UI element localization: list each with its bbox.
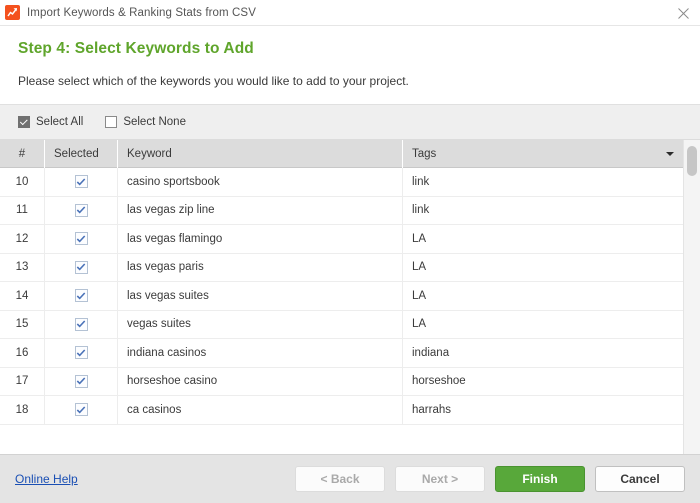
row-checkbox[interactable] bbox=[74, 403, 88, 417]
window-title: Import Keywords & Ranking Stats from CSV bbox=[27, 6, 256, 19]
chevron-down-icon[interactable] bbox=[666, 151, 674, 156]
table-body: 10 casino sportsbook link 11 las vegas zip l… bbox=[0, 168, 683, 454]
title-bar: Import Keywords & Ranking Stats from CSV bbox=[0, 0, 700, 26]
row-tag: indiana bbox=[412, 346, 450, 359]
row-tag: harrahs bbox=[412, 403, 451, 416]
page-title: Step 4: Select Keywords to Add bbox=[18, 40, 254, 57]
row-tag: LA bbox=[412, 289, 427, 302]
row-checkbox[interactable] bbox=[74, 346, 88, 360]
page-description: Please select which of the keywords you … bbox=[18, 74, 409, 88]
table-row[interactable]: 12 las vegas flamingo LA bbox=[0, 225, 683, 254]
online-help-link[interactable]: Online Help bbox=[15, 472, 78, 486]
selection-toolbar: Select All Select None bbox=[0, 105, 700, 140]
row-select-cell[interactable] bbox=[45, 196, 118, 224]
row-number: 15 bbox=[0, 310, 45, 338]
dialog-footer: Online Help < Back Next > Finish Cancel bbox=[0, 454, 700, 503]
row-keyword: las vegas flamingo bbox=[118, 225, 403, 253]
column-header-tags-label: Tags bbox=[412, 147, 437, 160]
table-row[interactable]: 11 las vegas zip line link bbox=[0, 196, 683, 225]
row-select-cell[interactable] bbox=[45, 225, 118, 253]
table-row[interactable]: 14 las vegas suites LA bbox=[0, 282, 683, 311]
column-header-keyword[interactable]: Keyword bbox=[118, 140, 403, 168]
row-select-cell[interactable] bbox=[45, 396, 118, 424]
table-row[interactable]: 13 las vegas paris LA bbox=[0, 253, 683, 282]
cancel-button[interactable]: Cancel bbox=[595, 466, 685, 492]
vertical-scrollbar[interactable] bbox=[683, 140, 700, 454]
row-tag: horseshoe bbox=[412, 375, 466, 388]
finish-button[interactable]: Finish bbox=[495, 466, 585, 492]
select-all-checkbox[interactable]: Select All bbox=[18, 116, 83, 128]
table-row[interactable]: 18 ca casinos harrahs bbox=[0, 396, 683, 425]
row-keyword: horseshoe casino bbox=[118, 367, 403, 395]
row-tag: link bbox=[412, 175, 430, 188]
row-keyword: vegas suites bbox=[118, 310, 403, 338]
row-checkbox[interactable] bbox=[74, 374, 88, 388]
table-row[interactable]: 15 vegas suites LA bbox=[0, 310, 683, 339]
row-keyword: ca casinos bbox=[118, 396, 403, 424]
row-keyword: indiana casinos bbox=[118, 339, 403, 367]
row-tag: link bbox=[412, 204, 430, 217]
row-number: 18 bbox=[0, 396, 45, 424]
select-all-label: Select All bbox=[36, 116, 84, 128]
row-checkbox[interactable] bbox=[74, 260, 88, 274]
table-row[interactable]: 10 casino sportsbook link bbox=[0, 168, 683, 197]
scrollbar-thumb[interactable] bbox=[687, 146, 697, 176]
column-header-selected[interactable]: Selected bbox=[45, 140, 118, 168]
back-button[interactable]: < Back bbox=[295, 466, 385, 492]
column-header-number[interactable]: # bbox=[0, 140, 45, 168]
close-icon[interactable] bbox=[666, 0, 700, 26]
column-header-tags[interactable]: Tags bbox=[403, 140, 683, 168]
table-header-row: # Selected Keyword Tags bbox=[0, 140, 683, 168]
row-keyword: las vegas paris bbox=[118, 253, 403, 281]
row-checkbox[interactable] bbox=[74, 289, 88, 303]
row-select-cell[interactable] bbox=[45, 168, 118, 196]
table-row[interactable]: 17 horseshoe casino horseshoe bbox=[0, 367, 683, 396]
select-none-checkbox[interactable]: Select None bbox=[105, 116, 186, 128]
dialog-header: Step 4: Select Keywords to Add Please se… bbox=[0, 26, 700, 105]
row-number: 14 bbox=[0, 282, 45, 310]
row-select-cell[interactable] bbox=[45, 339, 118, 367]
row-select-cell[interactable] bbox=[45, 310, 118, 338]
row-keyword: las vegas zip line bbox=[118, 196, 403, 224]
row-tag: LA bbox=[412, 261, 427, 274]
next-button[interactable]: Next > bbox=[395, 466, 485, 492]
row-checkbox[interactable] bbox=[74, 317, 88, 331]
chart-arrow-icon bbox=[5, 5, 20, 20]
row-tag: LA bbox=[412, 318, 427, 331]
row-number: 16 bbox=[0, 339, 45, 367]
row-keyword: casino sportsbook bbox=[118, 168, 403, 196]
row-checkbox[interactable] bbox=[74, 203, 88, 217]
row-number: 12 bbox=[0, 225, 45, 253]
row-number: 17 bbox=[0, 367, 45, 395]
row-number: 11 bbox=[0, 196, 45, 224]
row-number: 10 bbox=[0, 168, 45, 196]
row-select-cell[interactable] bbox=[45, 282, 118, 310]
table-row[interactable]: 16 indiana casinos indiana bbox=[0, 339, 683, 368]
row-checkbox[interactable] bbox=[74, 232, 88, 246]
select-all-checkbox-box[interactable] bbox=[18, 116, 30, 128]
keywords-table-container: # Selected Keyword Tags 10 casino sportsb… bbox=[0, 140, 700, 454]
select-none-checkbox-box[interactable] bbox=[105, 116, 118, 128]
select-none-label: Select None bbox=[123, 116, 186, 128]
row-tag: LA bbox=[412, 232, 427, 245]
row-select-cell[interactable] bbox=[45, 367, 118, 395]
row-checkbox[interactable] bbox=[74, 175, 88, 189]
row-number: 13 bbox=[0, 253, 45, 281]
import-wizard-dialog: Import Keywords & Ranking Stats from CSV… bbox=[0, 0, 700, 503]
row-select-cell[interactable] bbox=[45, 253, 118, 281]
row-keyword: las vegas suites bbox=[118, 282, 403, 310]
keywords-table: # Selected Keyword Tags 10 casino sportsb… bbox=[0, 140, 683, 454]
